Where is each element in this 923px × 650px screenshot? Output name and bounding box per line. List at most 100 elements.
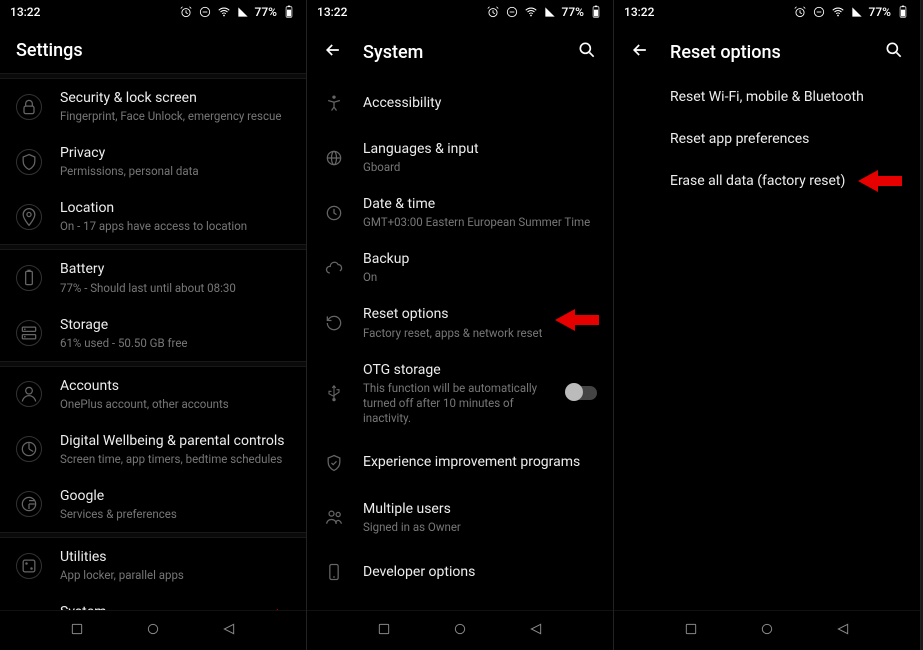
nav-back[interactable] xyxy=(221,621,237,641)
status-time: 13:22 xyxy=(624,5,654,19)
screen-reset-options: 13:22 77% Reset options Reset Wi-Fi, mob… xyxy=(614,0,921,650)
utilities-icon xyxy=(16,553,42,579)
nav-home[interactable] xyxy=(452,621,468,641)
item-sub: Fingerprint, Face Unlock, emergency resc… xyxy=(60,109,290,124)
person-icon xyxy=(16,381,42,407)
navbar xyxy=(0,610,306,650)
alarm-icon xyxy=(179,5,193,19)
header: Reset options xyxy=(614,24,920,76)
item-title: Experience improvement programs xyxy=(363,453,597,471)
storage-icon xyxy=(16,320,42,346)
item-title: System xyxy=(60,603,290,610)
item-security[interactable]: Security & lock screen Fingerprint, Face … xyxy=(0,79,306,134)
page-title: Reset options xyxy=(670,42,781,63)
nav-home[interactable] xyxy=(145,621,161,641)
reset-icon xyxy=(323,312,345,334)
system-list[interactable]: Accessibility Languages & inputGboard Da… xyxy=(307,76,613,610)
item-languages[interactable]: Languages & inputGboard xyxy=(307,130,613,185)
status-time: 13:22 xyxy=(317,5,347,19)
settings-list[interactable]: Security & lock screen Fingerprint, Face … xyxy=(0,73,306,610)
alarm-icon xyxy=(793,5,807,19)
item-title: Multiple users xyxy=(363,500,597,518)
battery-pct: 77% xyxy=(562,5,584,19)
dnd-icon xyxy=(198,5,212,19)
nav-home[interactable] xyxy=(759,621,775,641)
wellbeing-icon xyxy=(16,436,42,462)
item-ram[interactable]: RAM Boost xyxy=(307,599,613,610)
reset-list[interactable]: Reset Wi-Fi, mobile & Bluetooth Reset ap… xyxy=(614,76,920,610)
phone-icon xyxy=(323,561,345,583)
item-title: Battery xyxy=(60,260,290,278)
item-sub: 61% used - 50.50 GB free xyxy=(60,336,290,351)
item-title: Developer options xyxy=(363,563,597,581)
item-title: Security & lock screen xyxy=(60,89,290,107)
item-sub: 77% - Should last until about 08:30 xyxy=(60,281,290,296)
search-button[interactable] xyxy=(884,40,904,64)
item-factory-reset[interactable]: Erase all data (factory reset) xyxy=(614,160,920,202)
nav-recent[interactable] xyxy=(69,621,85,641)
item-sub: GMT+03:00 Eastern European Summer Time xyxy=(363,215,597,230)
navbar xyxy=(307,610,613,650)
item-accounts[interactable]: Accounts OnePlus account, other accounts xyxy=(0,367,306,422)
page-title: Settings xyxy=(16,40,290,61)
lock-icon xyxy=(16,94,42,120)
back-button[interactable] xyxy=(630,40,650,64)
battery-icon xyxy=(896,5,910,19)
nav-recent[interactable] xyxy=(376,621,392,641)
otg-toggle[interactable] xyxy=(567,386,597,400)
google-icon xyxy=(16,491,42,517)
shield-icon xyxy=(16,149,42,175)
dnd-icon xyxy=(505,5,519,19)
item-developer[interactable]: Developer options xyxy=(307,545,613,599)
back-button[interactable] xyxy=(323,40,343,64)
item-battery[interactable]: Battery 77% - Should last until about 08:… xyxy=(0,250,306,305)
item-multiusers[interactable]: Multiple usersSigned in as Owner xyxy=(307,490,613,545)
item-sub: App locker, parallel apps xyxy=(60,568,290,583)
item-sub: Services & preferences xyxy=(60,507,290,522)
item-experience[interactable]: Experience improvement programs xyxy=(307,436,613,490)
cloud-icon xyxy=(323,257,345,279)
item-title: Accessibility xyxy=(363,94,597,112)
item-reset-wifi[interactable]: Reset Wi-Fi, mobile & Bluetooth xyxy=(614,76,920,118)
alarm-icon xyxy=(486,5,500,19)
item-title: Storage xyxy=(60,316,290,334)
navbar xyxy=(614,610,920,650)
item-utilities[interactable]: UtilitiesApp locker, parallel apps xyxy=(0,538,306,593)
item-privacy[interactable]: PrivacyPermissions, personal data xyxy=(0,134,306,189)
item-google[interactable]: GoogleServices & preferences xyxy=(0,477,306,532)
item-accessibility[interactable]: Accessibility xyxy=(307,76,613,130)
item-sub: On xyxy=(363,270,597,285)
item-storage[interactable]: Storage 61% used - 50.50 GB free xyxy=(0,306,306,361)
search-button[interactable] xyxy=(577,40,597,64)
accessibility-icon xyxy=(323,92,345,114)
users-icon xyxy=(323,506,345,528)
status-icons: 77% xyxy=(179,5,296,19)
item-sub: Screen time, app timers, bedtime schedul… xyxy=(60,452,290,467)
statusbar: 13:22 77% xyxy=(0,0,306,24)
item-sub: Permissions, personal data xyxy=(60,164,290,179)
battery-pct: 77% xyxy=(255,5,277,19)
item-title: Erase all data (factory reset) xyxy=(670,172,904,190)
screen-settings: 13:22 77% Settings Security & lock scree… xyxy=(0,0,307,650)
item-otg[interactable]: OTG storageThis function will be automat… xyxy=(307,351,613,436)
nav-recent[interactable] xyxy=(683,621,699,641)
item-title: Accounts xyxy=(60,377,290,395)
item-location[interactable]: LocationOn - 17 apps have access to loca… xyxy=(0,189,306,244)
location-icon xyxy=(16,204,42,230)
statusbar: 13:22 77% xyxy=(614,0,920,24)
item-sub: Gboard xyxy=(363,160,597,175)
status-icons: 77% xyxy=(486,5,603,19)
nav-back[interactable] xyxy=(528,621,544,641)
item-datetime[interactable]: Date & timeGMT+03:00 Eastern European Su… xyxy=(307,185,613,240)
item-system[interactable]: SystemLanguage & keyboard, time, reset, … xyxy=(0,593,306,610)
usb-icon xyxy=(323,382,345,404)
item-backup[interactable]: BackupOn xyxy=(307,240,613,295)
item-reset-options[interactable]: Reset optionsFactory reset, apps & netwo… xyxy=(307,295,613,350)
header: Settings xyxy=(0,24,306,73)
item-sub: OnePlus account, other accounts xyxy=(60,397,290,412)
item-reset-app-prefs[interactable]: Reset app preferences xyxy=(614,118,920,160)
battery-icon xyxy=(282,5,296,19)
statusbar: 13:22 77% xyxy=(307,0,613,24)
item-wellbeing[interactable]: Digital Wellbeing & parental controlsScr… xyxy=(0,422,306,477)
nav-back[interactable] xyxy=(835,621,851,641)
